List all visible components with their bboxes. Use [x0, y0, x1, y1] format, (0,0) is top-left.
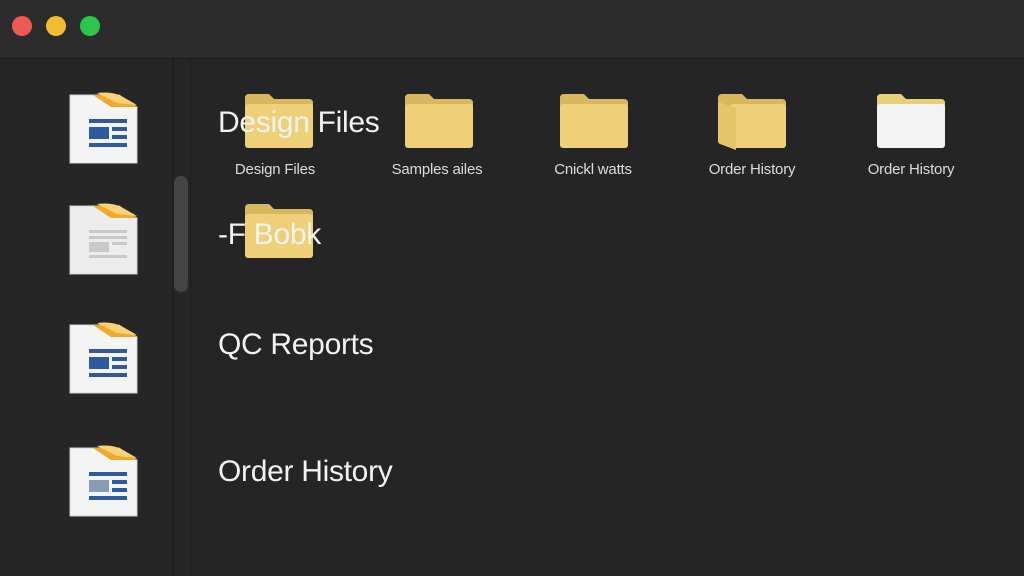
sidebar-scrollbar[interactable]: [174, 176, 188, 292]
group-label-design-files[interactable]: Design Files: [218, 106, 380, 140]
folder-white-icon[interactable]: [875, 90, 947, 150]
close-window-button[interactable]: [12, 16, 32, 36]
folder-label: Cnickl watts: [554, 161, 632, 178]
folder-label: Design Files: [234, 161, 316, 178]
folder-label: Samples ailes: [391, 161, 483, 178]
group-label-qc-reports[interactable]: QC Reports: [218, 328, 374, 362]
folder-icon[interactable]: [403, 90, 475, 150]
document-icon[interactable]: [67, 200, 139, 276]
sidebar-divider: [172, 59, 174, 576]
document-icon[interactable]: [67, 442, 139, 518]
folder-label: Order History: [708, 161, 796, 178]
minimize-window-button[interactable]: [46, 16, 66, 36]
folder-open-icon[interactable]: [716, 90, 788, 150]
title-bar: [0, 0, 1024, 59]
document-icon[interactable]: [67, 89, 139, 165]
document-icon[interactable]: [67, 319, 139, 395]
group-label-f-bobk[interactable]: -F Bobk: [218, 218, 321, 252]
group-label-order-history[interactable]: Order History: [218, 455, 393, 489]
folder-label: Order History: [867, 161, 955, 178]
folder-icon[interactable]: [558, 90, 630, 150]
zoom-window-button[interactable]: [80, 16, 100, 36]
